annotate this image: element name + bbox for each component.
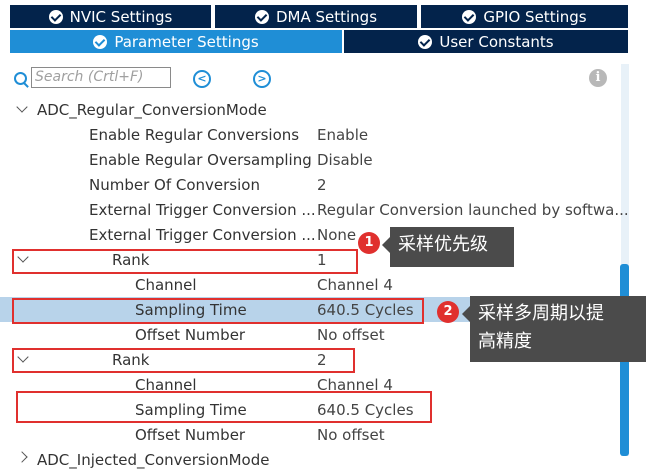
tab-nvic-settings[interactable]: NVIC Settings [10,5,211,28]
param-row[interactable]: External Trigger Conversion ... None [0,222,626,247]
group-header[interactable]: ADC_Regular_ConversionMode [0,97,626,122]
tab-parameter-settings[interactable]: Parameter Settings [10,30,342,53]
param-row[interactable]: Channel Channel 4 [0,272,626,297]
prev-circle-icon[interactable]: < [193,70,211,88]
annotation-badge-2: 2 [437,301,459,323]
check-icon [93,34,108,49]
search-icon [14,72,27,85]
annotation-badge-1: 1 [358,232,380,254]
param-row[interactable]: Offset Number No offset [0,422,626,447]
highlight-box-rank-2 [12,348,355,373]
highlight-box-sampling-time-2 [16,391,432,423]
param-row[interactable]: Enable Regular Oversampling Disable [0,147,626,172]
info-icon[interactable]: i [589,69,607,87]
next-circle-icon[interactable]: > [253,70,271,88]
check-icon [48,9,63,24]
param-row[interactable]: External Trigger Conversion ... Regular … [0,197,629,222]
highlight-box-rank-1 [12,249,358,274]
tab-gpio-settings[interactable]: GPIO Settings [421,5,628,28]
chevron-right-icon [16,451,28,463]
tab-user-constants[interactable]: User Constants [344,30,628,53]
toolbar: Search (Crtl+F) < > i [0,64,647,94]
group-header[interactable]: ADC_Injected_ConversionMode [0,447,626,472]
param-row[interactable]: Number Of Conversion 2 [0,172,626,197]
annotation-note-2: 采样多周期以提 高精度 [462,296,646,362]
check-icon [418,34,433,49]
highlight-box-sampling-time-1 [12,298,424,324]
search-input[interactable]: Search (Crtl+F) [31,67,171,88]
tab-dma-settings[interactable]: DMA Settings [215,5,417,28]
param-row[interactable]: Enable Regular Conversions Enable [0,122,626,147]
check-icon [462,9,477,24]
annotation-note-1: 采样优先级 [382,227,514,267]
check-icon [254,9,269,24]
chevron-down-icon [16,101,28,113]
